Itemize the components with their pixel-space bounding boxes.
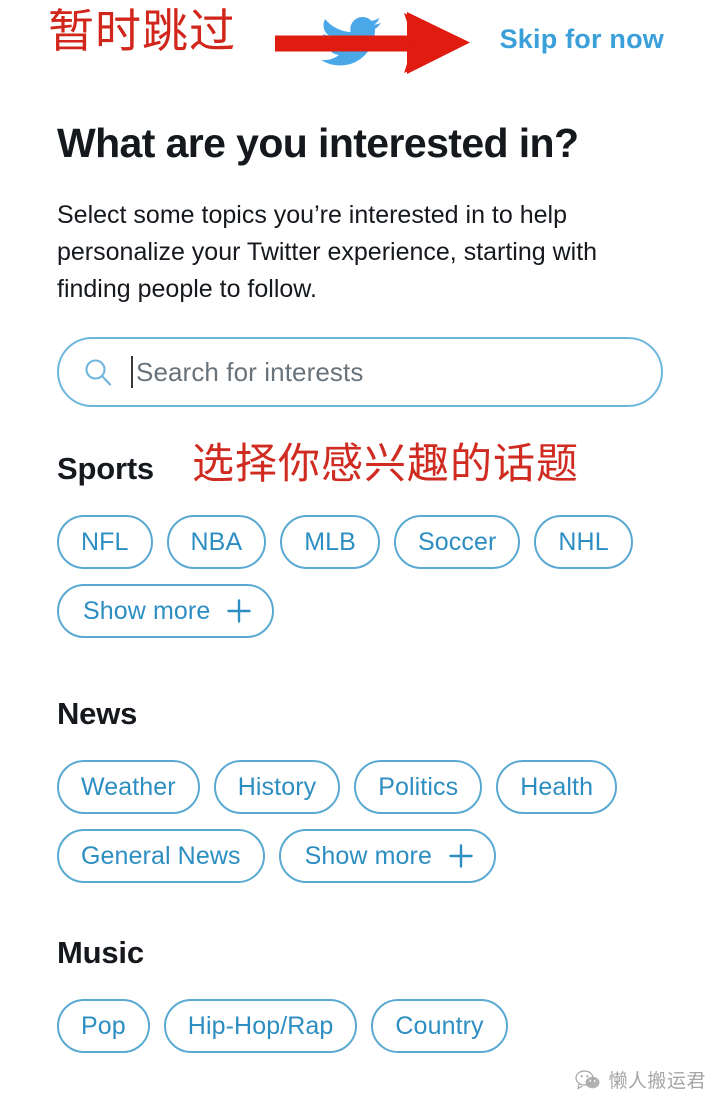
chip-list-news: Weather History Politics Health General … (57, 760, 663, 883)
plus-icon (448, 843, 474, 869)
chip-politics[interactable]: Politics (354, 760, 482, 814)
section-news: News Weather History Politics Health Gen… (57, 696, 663, 883)
chip-general-news[interactable]: General News (57, 829, 265, 883)
chip-label: General News (81, 842, 241, 871)
main-content: What are you interested in? Select some … (0, 120, 720, 1053)
chip-label: Weather (81, 773, 176, 802)
chip-label: History (238, 773, 316, 802)
show-more-label: Show more (305, 842, 432, 871)
red-arrow-annotation (275, 12, 470, 74)
search-icon (83, 357, 113, 387)
watermark-text: 懒人搬运君 (608, 1066, 706, 1093)
chip-soccer[interactable]: Soccer (394, 515, 520, 569)
chip-label: Country (395, 1012, 483, 1041)
chip-mlb[interactable]: MLB (280, 515, 380, 569)
chip-label: Soccer (418, 528, 496, 557)
chip-history[interactable]: History (214, 760, 340, 814)
chip-label: Health (520, 773, 593, 802)
section-header-news: News (57, 696, 663, 732)
section-header-music: Music (57, 935, 663, 971)
chip-nba[interactable]: NBA (167, 515, 267, 569)
chip-nhl[interactable]: NHL (534, 515, 632, 569)
chip-label: NBA (191, 528, 243, 557)
section-sports: Sports 选择你感兴趣的话题 NFL NBA MLB Soccer NHL … (57, 451, 663, 638)
chip-label: NFL (81, 528, 129, 557)
watermark: 懒人搬运君 (575, 1066, 706, 1093)
plus-icon (226, 598, 252, 624)
show-more-button-sports[interactable]: Show more (57, 584, 274, 638)
section-title-news: News (57, 696, 137, 732)
search-input[interactable]: Search for interests (57, 337, 663, 407)
top-header: 暂时跳过 Skip for now (0, 0, 720, 92)
chip-country[interactable]: Country (371, 999, 507, 1053)
chip-nfl[interactable]: NFL (57, 515, 153, 569)
wechat-icon (575, 1069, 601, 1091)
chip-hip-hop-rap[interactable]: Hip-Hop/Rap (164, 999, 358, 1053)
chip-health[interactable]: Health (496, 760, 617, 814)
chip-label: Politics (378, 773, 458, 802)
chip-label: Hip-Hop/Rap (188, 1012, 334, 1041)
show-more-button-news[interactable]: Show more (279, 829, 496, 883)
chip-label: MLB (304, 528, 356, 557)
show-more-label: Show more (83, 597, 210, 626)
search-placeholder: Search for interests (136, 357, 363, 388)
text-caret (131, 356, 133, 388)
chip-weather[interactable]: Weather (57, 760, 200, 814)
page-description: Select some topics you’re interested in … (57, 197, 663, 307)
section-music: Music Pop Hip-Hop/Rap Country (57, 935, 663, 1053)
chip-label: Pop (81, 1012, 126, 1041)
skip-for-now-link[interactable]: Skip for now (500, 24, 664, 55)
annotation-skip-chinese: 暂时跳过 (48, 9, 236, 55)
page-title: What are you interested in? (57, 120, 663, 167)
annotation-topics-chinese: 选择你感兴趣的话题 (192, 444, 579, 486)
section-title-sports: Sports (57, 451, 154, 487)
chip-label: NHL (558, 528, 608, 557)
section-title-music: Music (57, 935, 144, 971)
section-header-sports: Sports 选择你感兴趣的话题 (57, 451, 663, 487)
chip-list-sports: NFL NBA MLB Soccer NHL Show more (57, 515, 663, 638)
chip-list-music: Pop Hip-Hop/Rap Country (57, 999, 663, 1053)
chip-pop[interactable]: Pop (57, 999, 150, 1053)
